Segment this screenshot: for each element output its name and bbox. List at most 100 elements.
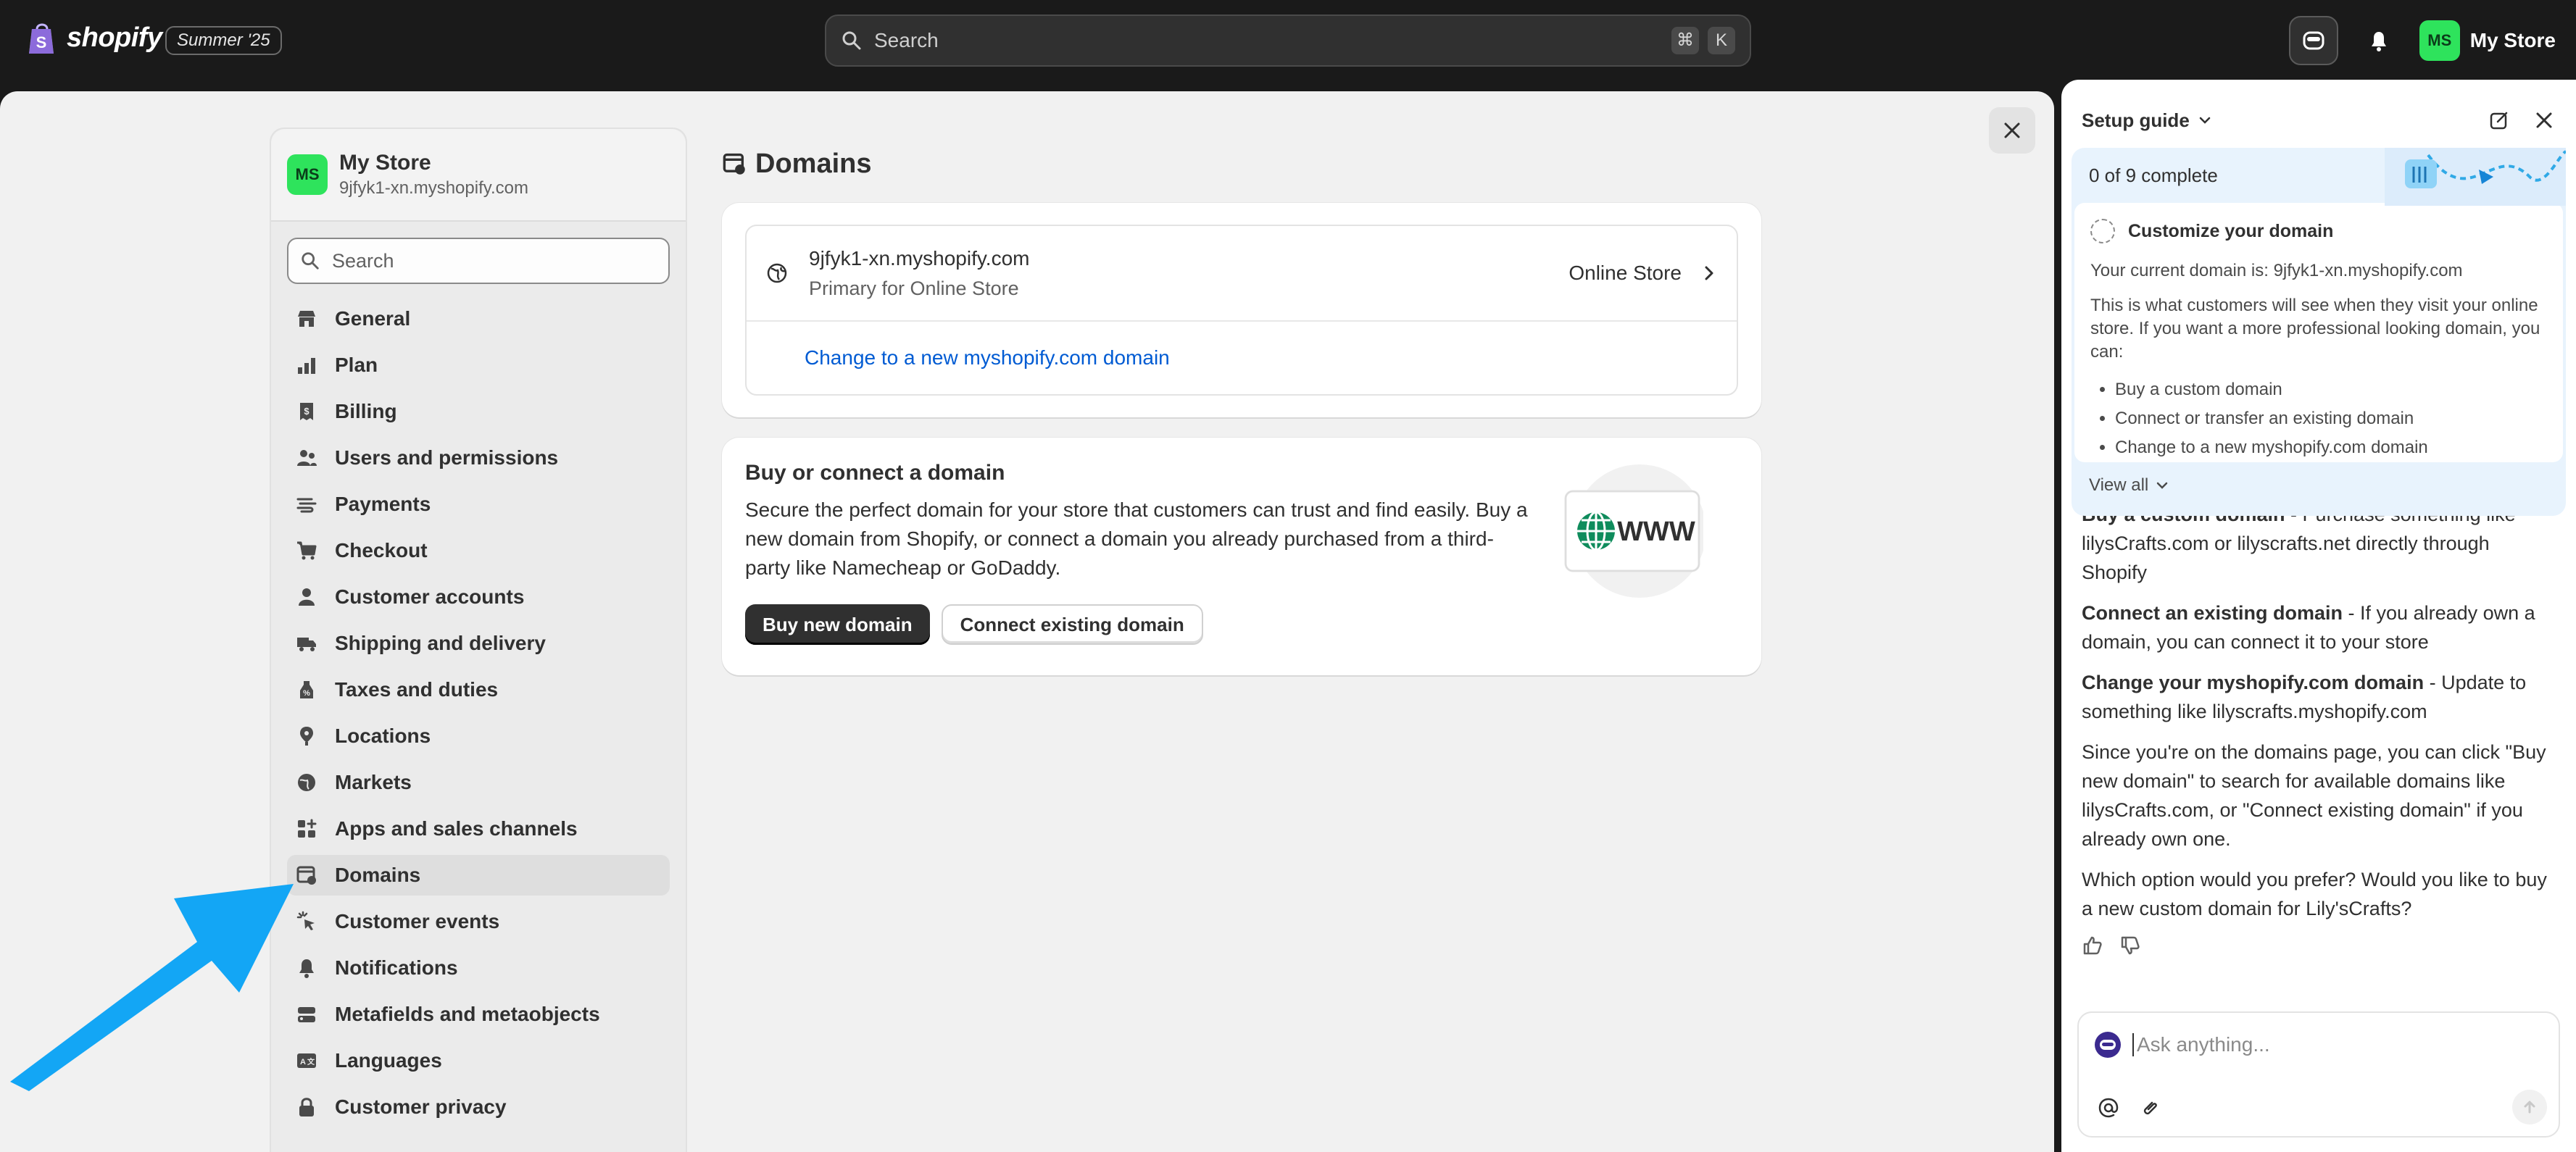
- settings-search-input[interactable]: Search: [287, 238, 670, 284]
- chat-message: Connect an existing domain - If you alre…: [2082, 598, 2556, 656]
- task-card: Customize your domain Your current domai…: [2074, 203, 2563, 462]
- store-name: My Store: [339, 151, 431, 175]
- sidebar-item-languages[interactable]: A文 Languages: [287, 1040, 670, 1081]
- setup-progress: 0 of 9 complete: [2089, 164, 2218, 186]
- sidebar-item-label: Plan: [335, 354, 378, 376]
- task-option: Connect or transfer an existing domain: [2115, 404, 2547, 433]
- edition-badge[interactable]: Summer '25: [165, 26, 282, 55]
- chevron-down-icon: [2157, 482, 2168, 489]
- close-settings-button[interactable]: [1989, 107, 2035, 154]
- sidebar-item-billing[interactable]: $ Billing: [287, 391, 670, 432]
- sidebar-item-shipping[interactable]: Shipping and delivery: [287, 623, 670, 664]
- shopify-logo[interactable]: S shopify: [28, 20, 162, 55]
- chevron-down-icon[interactable]: [2197, 112, 2213, 128]
- domain-list: 9jfyk1-xn.myshopify.com Primary for Onli…: [745, 225, 1738, 396]
- sidebar-item-customer-accounts[interactable]: Customer accounts: [287, 577, 670, 617]
- sidebar-item-domains[interactable]: Domains: [287, 855, 670, 896]
- sidebar-item-apps[interactable]: Apps and sales channels: [287, 809, 670, 849]
- sidebar-item-customer-events[interactable]: Customer events: [287, 901, 670, 942]
- store-name-top[interactable]: My Store: [2470, 29, 2556, 52]
- sidebar-item-label: Customer privacy: [335, 1095, 507, 1118]
- sidebar-item-users[interactable]: Users and permissions: [287, 438, 670, 478]
- chevron-right-icon: [1705, 266, 1713, 280]
- text-caret: [2132, 1033, 2134, 1056]
- assistant-response: Buy a custom domain - Purchase something…: [2061, 500, 2576, 923]
- setup-guide-card: 0 of 9 complete Customize your domain Yo…: [2072, 148, 2566, 516]
- thumbs-down-icon[interactable]: [2119, 935, 2141, 956]
- sidebar-item-customer-privacy[interactable]: Customer privacy: [287, 1087, 670, 1127]
- attachment-icon[interactable]: [2140, 1097, 2161, 1119]
- domain-channel: Online Store: [1569, 262, 1682, 284]
- view-all-label: View all: [2089, 475, 2149, 495]
- sidebar-item-label: Notifications: [335, 956, 458, 979]
- top-bar: S shopify Summer '25 Search ⌘ K MS My St…: [0, 0, 2576, 80]
- mention-icon[interactable]: [2098, 1097, 2119, 1119]
- thumbs-up-icon[interactable]: [2082, 935, 2103, 956]
- setup-guide-panel: Setup guide 0 of 9 complete Customize yo…: [2061, 80, 2576, 1152]
- primary-domain-card: 9jfyk1-xn.myshopify.com Primary for Onli…: [722, 203, 1761, 417]
- sidekick-avatar-icon: [2095, 1032, 2121, 1058]
- sidebar-item-metafields[interactable]: Metafields and metaobjects: [287, 994, 670, 1035]
- users-icon: [297, 450, 317, 466]
- chat-composer[interactable]: Ask anything...: [2077, 1011, 2560, 1138]
- send-button[interactable]: [2512, 1090, 2547, 1124]
- sidekick-icon: [2303, 31, 2324, 50]
- apps-icon: [298, 819, 317, 838]
- settings-search-placeholder: Search: [332, 249, 394, 272]
- page-title-text: Domains: [755, 148, 872, 179]
- chat-message-bold: Connect an existing domain: [2082, 602, 2343, 624]
- sidebar-item-general[interactable]: General: [287, 299, 670, 339]
- task-description: This is what customers will see when the…: [2090, 296, 2540, 362]
- store-header[interactable]: MS My Store 9jfyk1-xn.myshopify.com: [271, 129, 686, 222]
- incomplete-circle-icon[interactable]: [2090, 219, 2115, 243]
- sidebar-item-taxes[interactable]: % Taxes and duties: [287, 669, 670, 710]
- change-domain-link[interactable]: Change to a new myshopify.com domain: [747, 322, 1737, 370]
- sidebar-item-label: Locations: [335, 725, 431, 747]
- tax-icon: %: [300, 681, 313, 698]
- task-title: Customize your domain: [2128, 220, 2334, 241]
- close-icon[interactable]: [2533, 109, 2556, 132]
- person-icon: [299, 588, 315, 606]
- settings-nav-list: General Plan $ Billing Users and permiss…: [271, 299, 686, 1127]
- globe-icon: [767, 263, 787, 283]
- store-icon: [298, 311, 315, 327]
- store-avatar-sidebar: MS: [287, 154, 328, 195]
- brand-name: shopify: [67, 22, 162, 53]
- store-avatar[interactable]: MS: [2419, 20, 2460, 61]
- shortcut-key-k: K: [1708, 27, 1735, 54]
- chat-message-bold: Change your myshopify.com domain: [2082, 672, 2425, 693]
- sidebar-item-plan[interactable]: Plan: [287, 345, 670, 385]
- domain-subtitle: Primary for Online Store: [809, 277, 1019, 299]
- www-illustration: WWW: [1564, 464, 1703, 598]
- payments-icon: [296, 498, 317, 513]
- global-search[interactable]: Search ⌘ K: [825, 14, 1751, 67]
- chat-message: Since you're on the domains page, you ca…: [2082, 738, 2556, 853]
- domain-row[interactable]: 9jfyk1-xn.myshopify.com Primary for Onli…: [747, 226, 1737, 322]
- chat-input-placeholder[interactable]: Ask anything...: [2137, 1033, 2270, 1056]
- plan-chart-icon: [298, 358, 315, 374]
- connect-existing-domain-button[interactable]: Connect existing domain: [941, 604, 1203, 645]
- view-all-button[interactable]: View all: [2072, 462, 2566, 496]
- sidebar-item-label: Markets: [335, 771, 412, 793]
- sidebar-item-label: Billing: [335, 400, 397, 422]
- sidebar-item-markets[interactable]: Markets: [287, 762, 670, 803]
- sidekick-button[interactable]: [2288, 16, 2338, 65]
- sidebar-item-label: Payments: [335, 493, 431, 515]
- sidebar-item-label: Shipping and delivery: [335, 632, 546, 654]
- sidebar-item-locations[interactable]: Locations: [287, 716, 670, 756]
- buy-new-domain-button[interactable]: Buy new domain: [745, 604, 930, 645]
- sidebar-item-payments[interactable]: Payments: [287, 484, 670, 525]
- task-customize-domain[interactable]: Customize your domain: [2090, 219, 2547, 243]
- sidebar-item-checkout[interactable]: Checkout: [287, 530, 670, 571]
- chat-message-text: Since you're on the domains page, you ca…: [2082, 741, 2546, 850]
- page-title: Domains: [722, 142, 1761, 185]
- task-option: Change to a new myshopify.com domain: [2115, 433, 2547, 462]
- annotation-arrow-icon: [10, 884, 294, 1091]
- sidebar-item-label: Domains: [335, 864, 421, 886]
- sidebar-item-notifications[interactable]: Notifications: [287, 948, 670, 988]
- notifications-button[interactable]: [2357, 19, 2401, 62]
- truck-icon: [297, 638, 316, 651]
- sidebar-item-label: General: [335, 307, 411, 330]
- setup-guide-title[interactable]: Setup guide: [2082, 109, 2190, 132]
- new-chat-icon[interactable]: [2488, 109, 2511, 132]
